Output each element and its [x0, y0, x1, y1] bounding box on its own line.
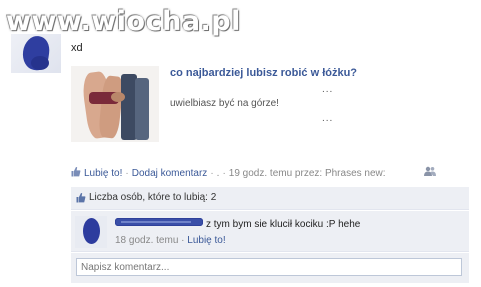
- avatar-redaction-2: [31, 56, 49, 70]
- add-comment-link[interactable]: Dodaj komentarz: [132, 168, 208, 179]
- comment-time: 18 godz. temu: [115, 235, 179, 246]
- like-thumb-icon: [76, 193, 86, 203]
- poster-avatar[interactable]: [11, 34, 61, 73]
- avatar-redaction: [83, 218, 100, 244]
- link-thumbnail[interactable]: [71, 66, 159, 142]
- likes-count-text[interactable]: Liczba osób, które to lubią: 2: [89, 192, 216, 203]
- comment-text: z tym bym sie klucił kociku :P hehe: [206, 219, 361, 230]
- watermark-logo: www.wiocha.pl: [6, 6, 241, 37]
- comment-input[interactable]: Napisz komentarz...: [76, 258, 462, 276]
- separator: ·: [210, 168, 214, 179]
- like-thumb-icon: [71, 167, 81, 177]
- comment-composer: Napisz komentarz...: [71, 253, 469, 283]
- ellipsis-2: ...: [322, 113, 334, 124]
- commenter-avatar[interactable]: [75, 216, 107, 248]
- separator: ·: [178, 235, 188, 246]
- likes-summary: Liczba osób, które to lubią: 2: [71, 187, 469, 210]
- separator: ·: [222, 168, 226, 179]
- post-timestamp: 19 godz. temu przez: Phrases new:: [228, 168, 386, 179]
- link-title[interactable]: co najbardziej lubisz robić w łóżku?: [170, 67, 357, 79]
- thumbnail-jeans-2: [135, 78, 149, 140]
- like-link[interactable]: Lubię to!: [84, 168, 122, 179]
- separator: ·: [125, 168, 129, 179]
- thumbnail-hands: [111, 92, 125, 102]
- people-icon: [424, 166, 436, 176]
- comment-item: z tym bym sie klucił kociku :P hehe 18 g…: [71, 211, 469, 252]
- comment-like-link[interactable]: Lubię to!: [187, 235, 225, 246]
- link-description: uwielbiasz być na górze!: [170, 98, 279, 109]
- ellipsis-1: ...: [322, 84, 334, 95]
- post-actions: Lubię to! · Dodaj komentarz ·. · 19 godz. tem…: [71, 166, 386, 179]
- status-text: xd: [71, 42, 83, 54]
- commenter-name-redacted[interactable]: [115, 218, 203, 226]
- comment-meta: 18 godz. temu · Lubię to!: [115, 235, 226, 246]
